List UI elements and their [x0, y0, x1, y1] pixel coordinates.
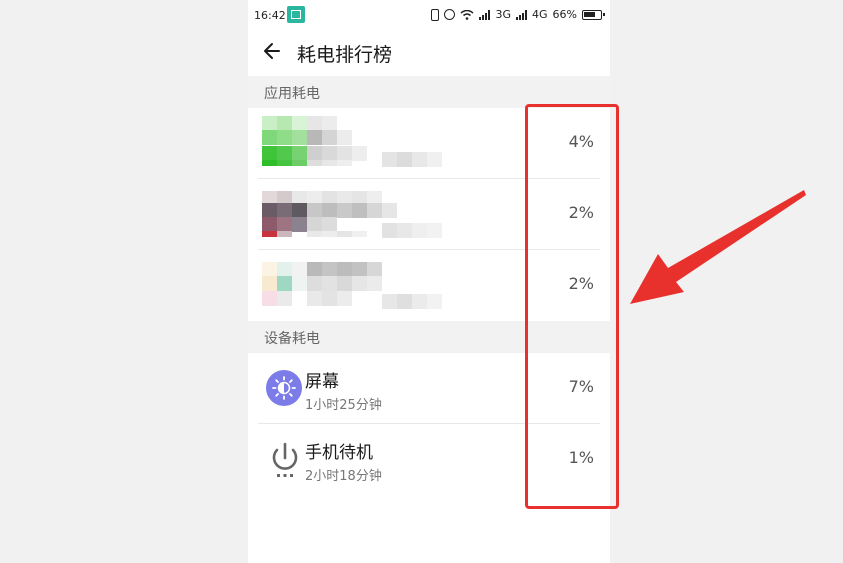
vibrate-icon	[431, 8, 440, 21]
signal-icon	[516, 9, 528, 20]
network-3g-label: 3G	[495, 8, 512, 21]
status-bar: 16:42 3G 4G 66%	[248, 0, 610, 30]
back-arrow-icon[interactable]	[261, 40, 283, 62]
device-name: 手机待机	[305, 443, 373, 463]
red-arrow-icon	[630, 190, 806, 304]
signal-icon	[479, 9, 491, 20]
wifi-icon	[461, 9, 474, 20]
device-name: 屏幕	[305, 372, 339, 392]
device-duration: 2小时18分钟	[305, 469, 382, 484]
brightness-icon	[266, 370, 302, 406]
app-icon	[262, 258, 446, 314]
status-icons: 3G 4G 66%	[431, 8, 605, 21]
app-icon	[262, 116, 446, 172]
app-bar: 耗电排行榜	[248, 30, 610, 74]
power-icon	[272, 442, 298, 477]
app-icon	[262, 187, 446, 243]
battery-percent: 66%	[552, 8, 577, 21]
device-duration: 1小时25分钟	[305, 398, 382, 413]
highlight-box	[525, 104, 619, 509]
scan-icon	[287, 6, 305, 23]
section-label-device: 设备耗电	[264, 331, 320, 347]
section-label-app: 应用耗电	[264, 86, 320, 102]
page-title: 耗电排行榜	[297, 44, 393, 66]
alarm-icon	[444, 9, 456, 20]
network-4g-label: 4G	[532, 8, 548, 21]
battery-icon	[582, 9, 605, 20]
status-time: 16:42	[254, 9, 286, 22]
